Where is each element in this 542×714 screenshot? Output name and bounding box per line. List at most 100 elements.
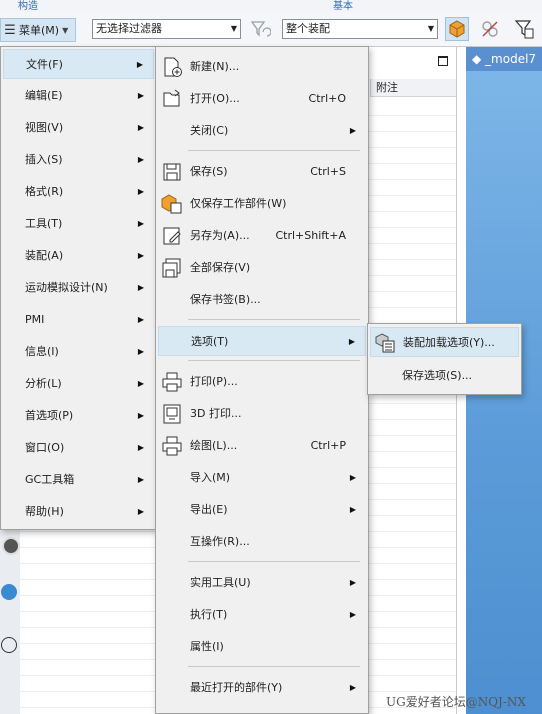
menu-item-insert[interactable]: 插入(S) ▶	[3, 145, 154, 175]
column-header-notes[interactable]: 附注	[370, 79, 456, 97]
menu-item-export[interactable]: 导出(E) ▶	[158, 495, 366, 525]
menu-separator	[188, 561, 360, 562]
shortcut-text: Ctrl+P	[310, 439, 346, 452]
menu-item-execute[interactable]: 执行(T) ▶	[158, 600, 366, 630]
model-tab-title: _model7	[485, 52, 537, 66]
print-icon	[161, 371, 183, 393]
ribbon-group-label: 构造	[18, 1, 38, 12]
menu-item-label: 运动模拟设计(N)	[25, 281, 108, 294]
plot-icon	[161, 435, 183, 457]
menu-item-label: 3D 打印...	[190, 407, 242, 420]
submenu-arrow-icon: ▶	[349, 126, 356, 135]
assembly-selection-icon[interactable]	[445, 17, 469, 41]
save-work-part-icon	[161, 193, 183, 215]
menu-item-label: 装配(A)	[25, 249, 64, 262]
resource-bar-icon[interactable]	[2, 537, 20, 555]
menu-item-assembly[interactable]: 装配(A) ▶	[3, 241, 154, 271]
menu-item-3d-print[interactable]: 3D 打印...	[158, 399, 366, 429]
submenu-arrow-icon: ▶	[137, 315, 144, 324]
menu-item-analysis[interactable]: 分析(L) ▶	[3, 369, 154, 399]
menu-item-save-options[interactable]: 保存选项(S)...	[370, 361, 519, 391]
menu-separator	[188, 150, 360, 151]
menu-item-save-bookmark[interactable]: 保存书签(B)...	[158, 285, 366, 315]
menu-item-save-all[interactable]: 全部保存(V)	[158, 253, 366, 283]
menu-item-help[interactable]: 帮助(H) ▶	[3, 497, 154, 527]
menu-item-label: 全部保存(V)	[190, 261, 251, 274]
menu-item-import[interactable]: 导入(M) ▶	[158, 463, 366, 493]
menu-item-label: 编辑(E)	[25, 89, 63, 102]
menu-item-interoperate[interactable]: 互操作(R)...	[158, 527, 366, 557]
menu-item-recent-parts[interactable]: 最近打开的部件(Y) ▶	[158, 673, 366, 703]
menu-item-label: 视图(V)	[25, 121, 64, 134]
watermark: UG爱好者论坛@NQJ-NX	[386, 695, 526, 709]
menu-item-format[interactable]: 格式(R) ▶	[3, 177, 154, 207]
menu-item-save-work-part[interactable]: 仅保存工作部件(W)	[158, 189, 366, 219]
menu-item-label: 帮助(H)	[25, 505, 64, 518]
menu-item-label: 选项(T)	[191, 335, 229, 348]
model-tab[interactable]: ◆ _model7	[466, 47, 542, 71]
menu-item-label: 新建(N)...	[190, 60, 240, 73]
menu-item-utilities[interactable]: 实用工具(U) ▶	[158, 568, 366, 598]
menu-item-label: 装配加载选项(Y)...	[403, 336, 495, 349]
menu-item-motion-simulation[interactable]: 运动模拟设计(N) ▶	[3, 273, 154, 303]
menu-separator	[188, 360, 360, 361]
save-icon	[161, 161, 183, 183]
menu-item-label: 窗口(O)	[25, 441, 65, 454]
globe-icon[interactable]	[1, 584, 17, 600]
menu-item-pmi[interactable]: PMI ▶	[3, 305, 154, 335]
menu-item-assembly-load-options[interactable]: 装配加载选项(Y)...	[370, 327, 519, 357]
menu-item-plot[interactable]: 绘图(L)... Ctrl+P	[158, 431, 366, 461]
selection-scope-dropdown[interactable]: 整个装配 ▼	[282, 19, 438, 39]
submenu-arrow-icon: ▶	[136, 60, 143, 69]
shortcut-text: Ctrl+O	[308, 92, 346, 105]
clock-icon[interactable]	[1, 637, 17, 653]
hamburger-icon: ☰	[4, 22, 16, 38]
menu-button[interactable]: ☰ 菜单(M) ▼	[0, 18, 76, 42]
menu-item-edit[interactable]: 编辑(E) ▶	[3, 81, 154, 111]
menu-item-label: 互操作(R)...	[190, 535, 250, 548]
maximize-icon[interactable]	[438, 56, 448, 66]
filter-reset-icon[interactable]	[248, 17, 272, 41]
menu-item-print[interactable]: 打印(P)...	[158, 367, 366, 397]
menu-item-label: 仅保存工作部件(W)	[190, 197, 287, 210]
chevron-down-icon: ▼	[230, 24, 237, 33]
menu-item-file[interactable]: 文件(F) ▶	[3, 49, 154, 79]
submenu-arrow-icon: ▶	[137, 283, 144, 292]
menu-item-close[interactable]: 关闭(C) ▶	[158, 116, 366, 146]
menu-item-label: 格式(R)	[25, 185, 64, 198]
menu-item-label: 打印(P)...	[190, 375, 238, 388]
type-filter-dropdown[interactable]: 无选择过滤器 ▼	[92, 19, 241, 39]
submenu-arrow-icon: ▶	[137, 251, 144, 260]
component-link-icon[interactable]	[478, 17, 502, 41]
selection-scope-value: 整个装配	[286, 22, 330, 35]
new-file-icon	[161, 56, 183, 78]
model-tab-icon: ◆	[472, 52, 486, 66]
menu-item-properties[interactable]: 属性(I)	[158, 632, 366, 662]
chevron-down-icon: ▼	[62, 25, 69, 35]
funnel-filter-icon[interactable]	[512, 17, 536, 41]
ribbon-group-label: 基本	[333, 1, 353, 12]
menu-item-new[interactable]: 新建(N)...	[158, 52, 366, 82]
submenu-arrow-icon: ▶	[137, 507, 144, 516]
menu-item-open[interactable]: 打开(O)... Ctrl+O	[158, 84, 366, 114]
menu-item-save[interactable]: 保存(S) Ctrl+S	[158, 157, 366, 187]
menu-item-label: 保存(S)	[190, 165, 228, 178]
menu-item-label: 分析(L)	[25, 377, 62, 390]
menu-item-options[interactable]: 选项(T) ▶	[158, 326, 366, 356]
menu-item-view[interactable]: 视图(V) ▶	[3, 113, 154, 143]
shortcut-text: Ctrl+S	[310, 165, 346, 178]
menu-item-information[interactable]: 信息(I) ▶	[3, 337, 154, 367]
options-submenu: 装配加载选项(Y)... 保存选项(S)...	[367, 323, 522, 395]
menu-item-label: 最近打开的部件(Y)	[190, 681, 283, 694]
menu-item-label: 绘图(L)...	[190, 439, 238, 452]
submenu-arrow-icon: ▶	[137, 411, 144, 420]
menu-item-tools[interactable]: 工具(T) ▶	[3, 209, 154, 239]
menu-item-label: 文件(F)	[26, 58, 63, 71]
menu-item-gc-toolkit[interactable]: GC工具箱 ▶	[3, 465, 154, 495]
menu-item-label: GC工具箱	[25, 473, 75, 486]
menu-item-preferences[interactable]: 首选项(P) ▶	[3, 401, 154, 431]
menu-item-save-as[interactable]: 另存为(A)... Ctrl+Shift+A	[158, 221, 366, 251]
main-menu: 文件(F) ▶ 编辑(E) ▶ 视图(V) ▶ 插入(S) ▶ 格式(R) ▶ 工具(T)…	[0, 46, 157, 530]
menu-item-window[interactable]: 窗口(O) ▶	[3, 433, 154, 463]
menu-item-label: 导入(M)	[190, 471, 231, 484]
